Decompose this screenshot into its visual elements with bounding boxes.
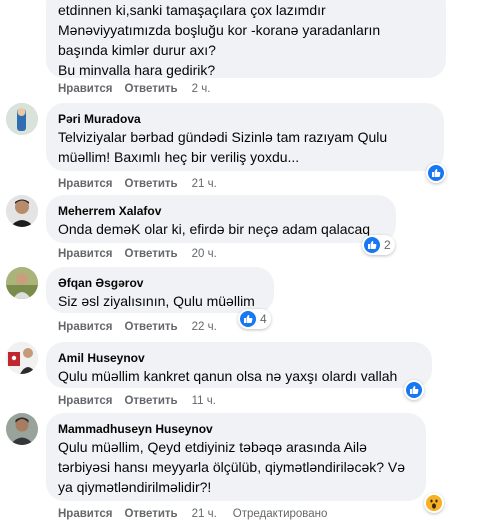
comment-time[interactable]: 11 ч. bbox=[192, 395, 216, 407]
comment-time[interactable]: 21 ч. bbox=[192, 178, 217, 190]
comment-actions: Нравится Ответить 11 ч. bbox=[58, 395, 216, 407]
reaction-count: 4 bbox=[260, 312, 267, 326]
avatar-image bbox=[6, 342, 38, 374]
comment-bubble: Amil Huseynov Qulu müəllim kankret qanun… bbox=[46, 342, 432, 388]
like-button[interactable]: Нравится bbox=[58, 508, 112, 520]
comment-actions: Нравится Ответить 20 ч. bbox=[58, 248, 217, 260]
reaction-badge[interactable] bbox=[404, 380, 424, 400]
like-button[interactable]: Нравится bbox=[58, 395, 112, 407]
wow-icon bbox=[426, 495, 442, 511]
comment-author[interactable]: Meherrem Xalafov bbox=[58, 203, 384, 219]
avatar[interactable] bbox=[6, 195, 38, 227]
reply-button[interactable]: Ответить bbox=[124, 395, 177, 407]
reply-button[interactable]: Ответить bbox=[124, 321, 177, 333]
like-icon bbox=[364, 237, 380, 253]
comment-bubble: Pəri Muradova Telviziyalar bərbad gündəd… bbox=[46, 103, 444, 171]
avatar[interactable] bbox=[6, 342, 38, 374]
comment-actions: Нравится Ответить 21 ч. bbox=[58, 178, 217, 190]
reply-button[interactable]: Ответить bbox=[124, 178, 177, 190]
reaction-badge[interactable] bbox=[424, 493, 444, 513]
avatar-image bbox=[6, 195, 38, 227]
comment-bubble: Meherrem Xalafov Onda deməK olar ki, efi… bbox=[46, 195, 396, 243]
comment-text: Telviziyalar bərbad gündədi Sizinlə tam … bbox=[58, 129, 388, 165]
comment-bubble: Mammadhuseyn Huseynov Qulu müəllim, Qeyd… bbox=[46, 413, 426, 501]
comment-actions: Нравится Ответить 22 ч. bbox=[58, 321, 217, 333]
reaction-badge[interactable]: 2 bbox=[362, 235, 395, 255]
avatar[interactable] bbox=[6, 267, 38, 299]
comment-time[interactable]: 2 ч. bbox=[192, 83, 211, 95]
avatar-image bbox=[6, 413, 38, 445]
reaction-count: 2 bbox=[384, 238, 391, 252]
comment-time[interactable]: 22 ч. bbox=[192, 321, 217, 333]
comment-text: Siz əsl ziyalısının, Qulu müəllim bbox=[58, 293, 255, 309]
comment-author[interactable]: Mammadhuseyn Huseynov bbox=[58, 421, 414, 437]
comment-time[interactable]: 20 ч. bbox=[192, 248, 217, 260]
avatar[interactable] bbox=[6, 103, 38, 135]
reaction-badge[interactable] bbox=[426, 163, 446, 183]
reaction-badge[interactable]: 4 bbox=[238, 309, 271, 329]
comment-actions: Нравится Ответить 2 ч. bbox=[58, 83, 210, 95]
comment-text: Qulu müəllim kankret qanun olsa nə yaxşı… bbox=[58, 368, 398, 384]
reply-button[interactable]: Ответить bbox=[124, 508, 177, 520]
like-button[interactable]: Нравится bbox=[58, 248, 112, 260]
like-icon bbox=[428, 165, 444, 181]
like-icon bbox=[406, 382, 422, 398]
edited-label: Отредактировано bbox=[232, 508, 328, 520]
avatar[interactable] bbox=[6, 413, 38, 445]
avatar-image bbox=[6, 103, 38, 135]
comment-text: etdinnen ki,sanki tamaşaçılara çox lazım… bbox=[58, 2, 381, 78]
like-button[interactable]: Нравится bbox=[58, 321, 112, 333]
comment-author[interactable]: Pəri Muradova bbox=[58, 111, 432, 127]
comment-text: Qulu müəllim, Qeyd etdiyiniz təbəqə aras… bbox=[58, 439, 406, 495]
comment-bubble: Əfqan Əsgərov Siz əsl ziyalısının, Qulu … bbox=[46, 267, 274, 313]
comment-time[interactable]: 21 ч. bbox=[192, 508, 217, 520]
like-icon bbox=[240, 311, 256, 327]
comment-author[interactable]: Əfqan Əsgərov bbox=[58, 275, 262, 291]
reply-button[interactable]: Ответить bbox=[124, 83, 177, 95]
comment-actions: Нравится Ответить 21 ч. Отредактировано bbox=[58, 508, 327, 520]
like-button[interactable]: Нравится bbox=[58, 83, 112, 95]
reply-button[interactable]: Ответить bbox=[124, 248, 177, 260]
comment-text: Onda deməK olar ki, efirdə bir neçə adam… bbox=[58, 221, 371, 237]
avatar-image bbox=[6, 267, 38, 299]
comment-author[interactable]: Amil Huseynov bbox=[58, 350, 420, 366]
comment-bubble: etdinnen ki,sanki tamaşaçılara çox lazım… bbox=[46, 0, 446, 78]
like-button[interactable]: Нравится bbox=[58, 178, 112, 190]
